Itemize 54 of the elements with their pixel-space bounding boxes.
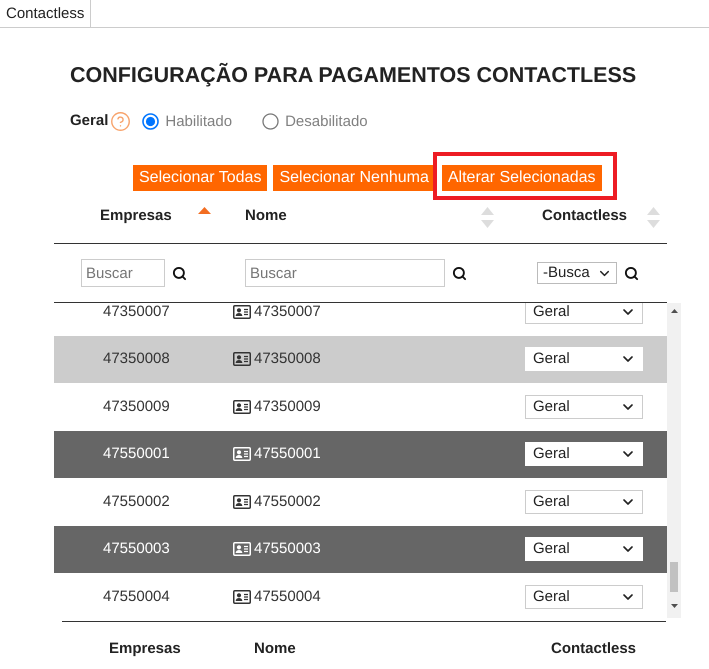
- company-code: 47550003: [103, 540, 170, 558]
- contactless-select[interactable]: Geral: [525, 442, 643, 466]
- page-title: CONFIGURAÇÃO PARA PAGAMENTOS CONTACTLESS: [70, 63, 636, 87]
- company-code: 47550004: [103, 588, 170, 605]
- company-name: 47550001: [254, 444, 321, 464]
- company-name: 47550003: [254, 539, 321, 559]
- table-row[interactable]: 47550001 47550001 Geral: [54, 430, 667, 478]
- contactless-select[interactable]: Geral: [525, 394, 643, 419]
- scroll-down-icon[interactable]: [670, 604, 678, 608]
- contactless-select[interactable]: Geral: [525, 537, 643, 562]
- contactless-select[interactable]: Geral: [525, 303, 643, 324]
- scroll-up-icon[interactable]: [670, 309, 678, 313]
- radio-button[interactable]: [142, 112, 160, 130]
- search-field[interactable]: Buscar: [245, 259, 445, 287]
- setting-label: Geral: [70, 110, 108, 131]
- id-card-icon: [233, 447, 251, 462]
- company-code: 47550001: [103, 445, 170, 462]
- column-header[interactable]: Empresas: [100, 207, 172, 224]
- search-field[interactable]: Buscar: [81, 259, 165, 287]
- company-name: 47350009: [254, 396, 321, 416]
- table-row[interactable]: 47350008 47350008 Geral: [54, 336, 667, 383]
- contactless-select[interactable]: Geral: [525, 584, 643, 609]
- company-code: 47350008: [103, 350, 170, 368]
- column-footer: Empresas: [109, 640, 181, 657]
- radio-label: Habilitado: [165, 112, 232, 132]
- company-code: 47350007: [103, 303, 170, 320]
- table-row[interactable]: 47550003 47550003 Geral: [54, 526, 667, 573]
- search-icon[interactable]: [452, 266, 467, 280]
- column-footer: Contactless: [551, 640, 636, 657]
- column-footer: Nome: [254, 640, 296, 657]
- company-name: 47550002: [254, 492, 321, 512]
- company-code: 47350009: [103, 398, 170, 415]
- filter-select[interactable]: -Busca: [537, 262, 617, 284]
- company-code: 47550002: [103, 492, 170, 510]
- id-card-icon: [233, 304, 251, 319]
- radio-button[interactable]: [262, 112, 280, 130]
- column-header[interactable]: Nome: [245, 207, 287, 224]
- id-card-icon: [233, 494, 251, 509]
- scrollbar[interactable]: [667, 303, 681, 618]
- column-header[interactable]: Contactless: [542, 207, 628, 224]
- search-icon[interactable]: [172, 266, 187, 280]
- company-name: 47350007: [254, 303, 321, 322]
- company-name: 47550004: [254, 586, 321, 606]
- contactless-select[interactable]: Geral: [525, 490, 643, 514]
- radio-label: Desabilitado: [285, 112, 368, 132]
- id-card-icon: [233, 542, 251, 556]
- tab[interactable]: Contactless: [0, 0, 92, 27]
- scrollbar-thumb[interactable]: [670, 562, 678, 592]
- search-icon[interactable]: [624, 266, 639, 280]
- company-name: 47350008: [254, 349, 321, 369]
- id-card-icon: [233, 590, 251, 604]
- id-card-icon: [233, 352, 251, 366]
- id-card-icon: [233, 400, 251, 414]
- contactless-select[interactable]: Geral: [525, 347, 643, 372]
